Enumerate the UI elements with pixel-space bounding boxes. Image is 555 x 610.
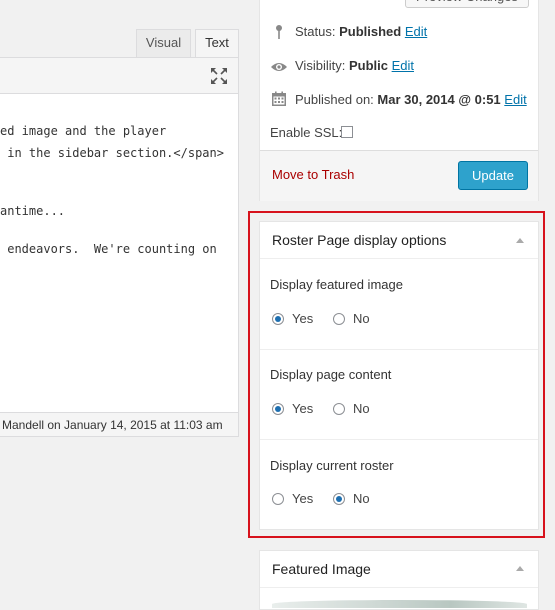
status-label: Status:	[295, 24, 336, 39]
preview-changes-button[interactable]: Preview Changes	[405, 0, 529, 8]
edit-visibility-link[interactable]: Edit	[392, 58, 414, 73]
eye-icon	[270, 60, 288, 78]
code-line: endeavors. We're counting on	[0, 242, 217, 256]
featured-image-no-radio[interactable]	[333, 313, 345, 325]
visibility-row: Visibility: Public Edit	[295, 58, 414, 73]
edit-status-link[interactable]: Edit	[405, 24, 427, 39]
radio-label-no: No	[353, 401, 370, 416]
chevron-up-icon[interactable]	[516, 566, 524, 571]
radio-label-no: No	[353, 491, 370, 506]
radio-label-yes: Yes	[292, 311, 314, 326]
divider	[260, 349, 538, 350]
ssl-checkbox[interactable]	[341, 126, 353, 138]
last-edited-status: Mandell on January 14, 2015 at 11:03 am	[0, 412, 239, 437]
page-content-no-radio[interactable]	[333, 403, 345, 415]
editor-textarea[interactable]: ed image and the player in the sidebar s…	[0, 94, 239, 412]
code-line: in the sidebar section.</span>	[0, 146, 224, 160]
pin-icon	[273, 24, 285, 45]
page-content-option-label: Display page content	[270, 367, 392, 382]
radio-label-yes: Yes	[292, 491, 314, 506]
current-roster-option-label: Display current roster	[270, 458, 394, 473]
published-row: Published on: Mar 30, 2014 @ 0:51 Edit	[295, 92, 527, 107]
featured-image-option-label: Display featured image	[270, 277, 403, 292]
featured-image-title: Featured Image	[272, 561, 371, 577]
code-line: antime...	[0, 204, 66, 218]
chevron-up-icon[interactable]	[516, 238, 524, 243]
visibility-value: Public	[348, 58, 388, 73]
roster-box-title: Roster Page display options	[272, 232, 447, 248]
featured-image-thumbnail[interactable]	[272, 600, 527, 608]
divider	[260, 439, 538, 440]
expand-icon[interactable]	[209, 66, 229, 86]
divider	[260, 587, 538, 588]
featured-image-yes-radio[interactable]	[272, 313, 284, 325]
move-to-trash-link[interactable]: Move to Trash	[272, 167, 354, 182]
edit-date-link[interactable]: Edit	[504, 92, 526, 107]
editor-toolbar	[0, 57, 239, 94]
update-button[interactable]: Update	[458, 161, 528, 190]
published-value: Mar 30, 2014 @ 0:51	[377, 92, 501, 107]
code-line: ed image and the player	[0, 124, 167, 138]
divider	[260, 258, 538, 259]
page-content-yes-radio[interactable]	[272, 403, 284, 415]
current-roster-no-radio[interactable]	[333, 493, 345, 505]
status-value: Published	[339, 24, 402, 39]
calendar-icon	[271, 91, 287, 112]
status-row: Status: Published Edit	[295, 24, 427, 39]
radio-label-yes: Yes	[292, 401, 314, 416]
tab-visual[interactable]: Visual	[136, 29, 191, 57]
radio-label-no: No	[353, 311, 370, 326]
current-roster-yes-radio[interactable]	[272, 493, 284, 505]
tab-text[interactable]: Text	[195, 29, 239, 57]
published-label: Published on:	[295, 92, 374, 107]
ssl-label: Enable SSL:	[270, 125, 343, 140]
visibility-label: Visibility:	[295, 58, 346, 73]
